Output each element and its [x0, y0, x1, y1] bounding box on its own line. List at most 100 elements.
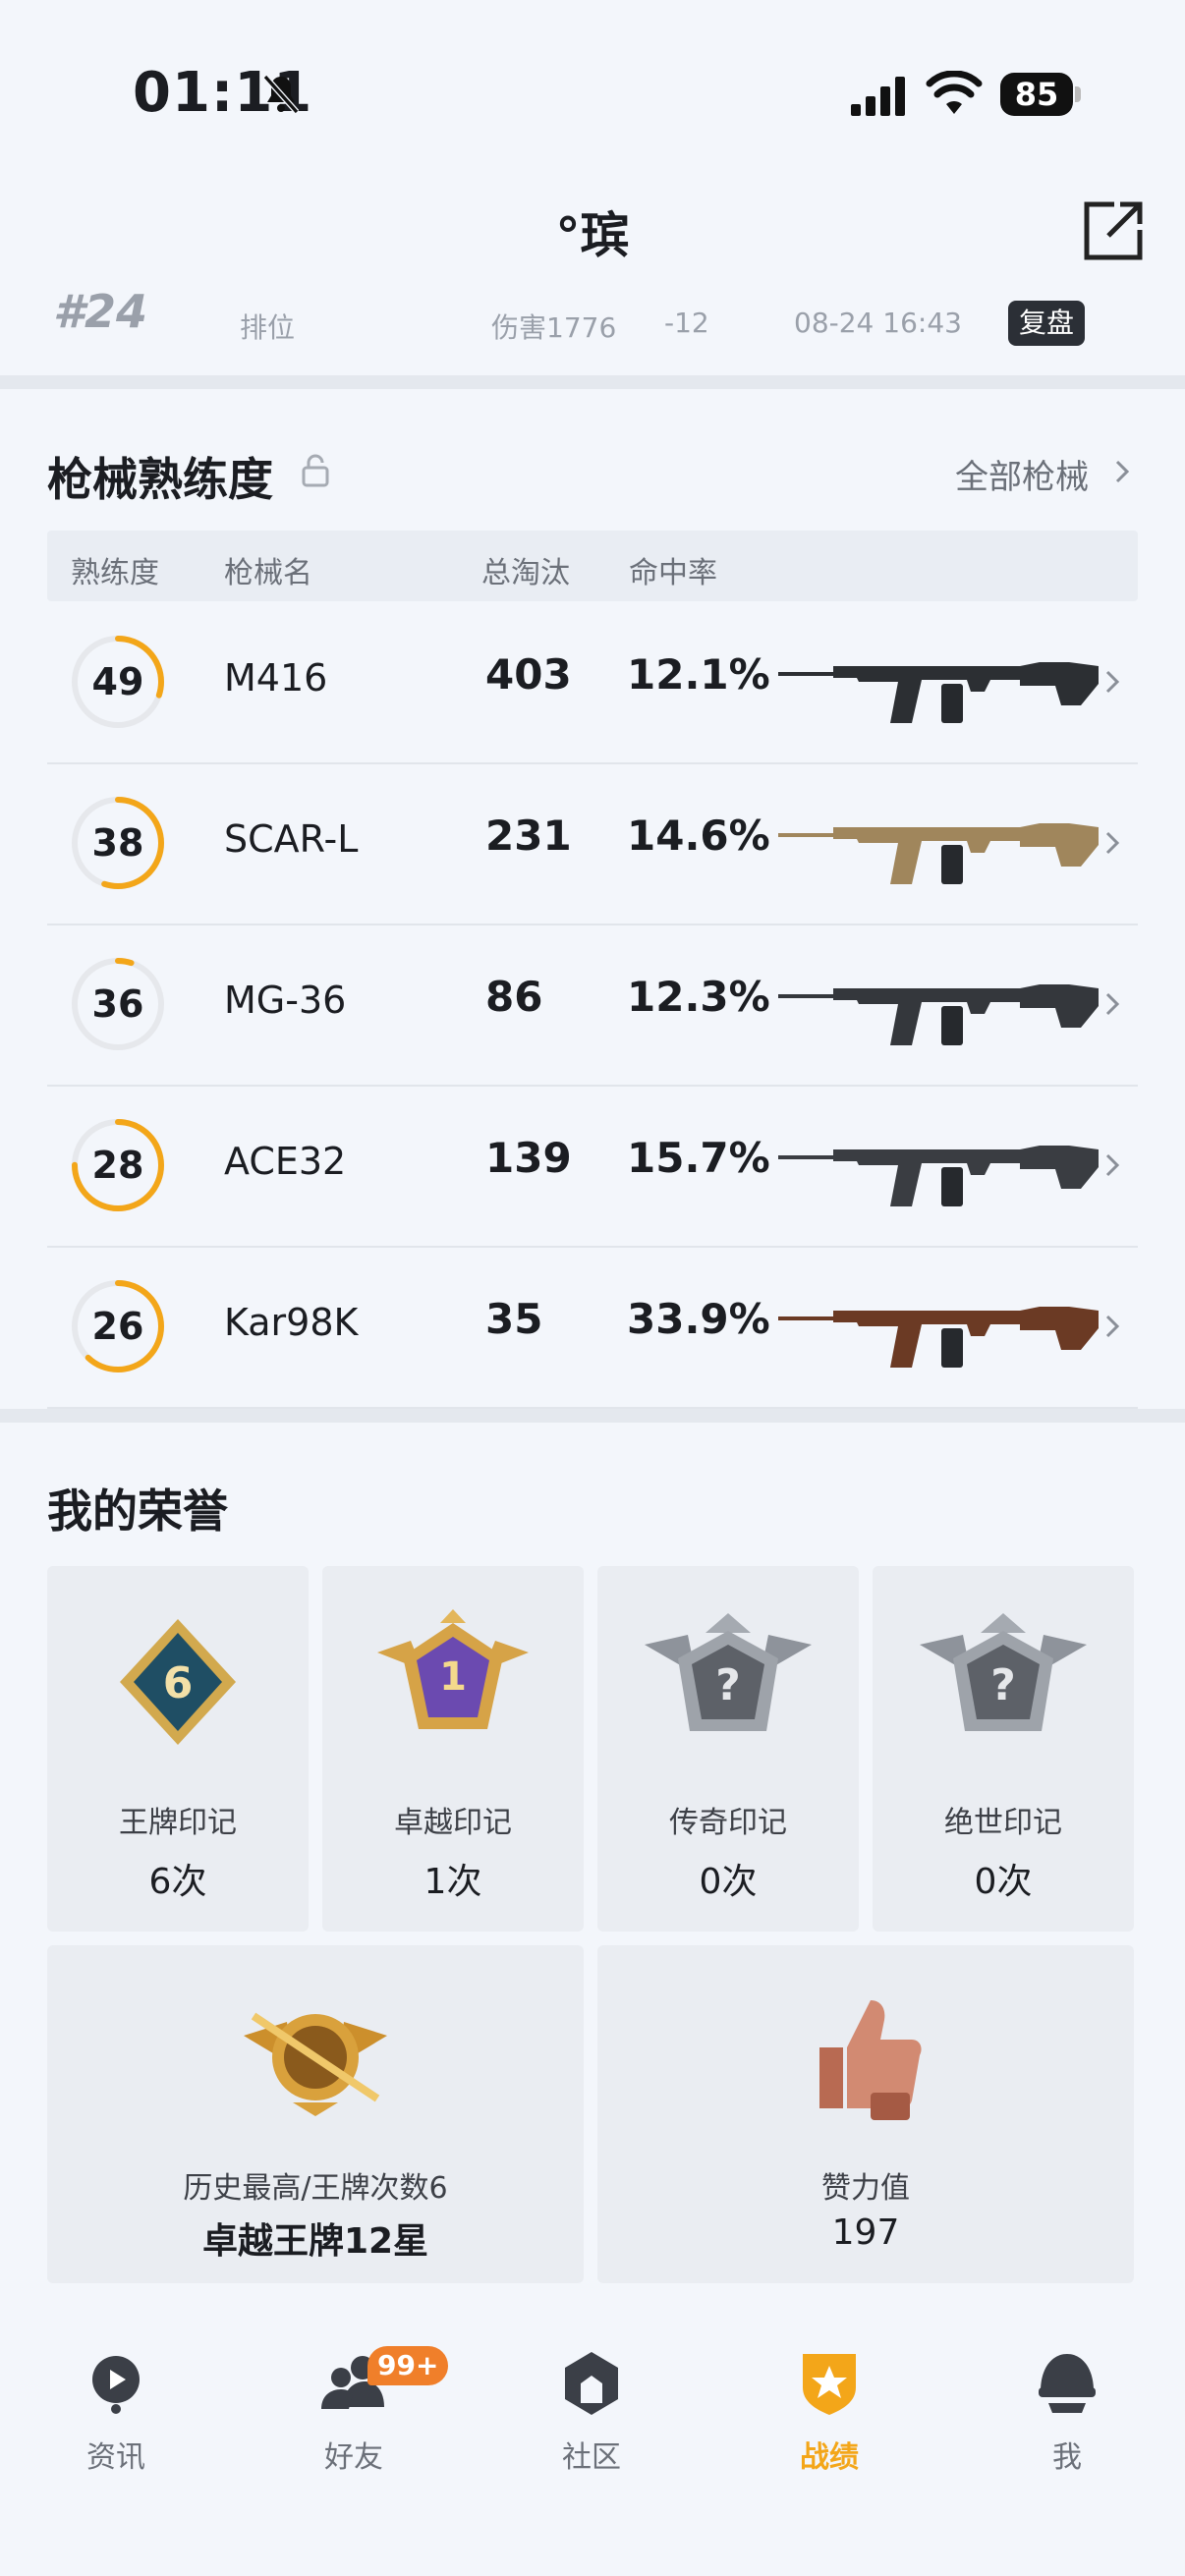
weapon-table-header — [47, 531, 1138, 601]
share-icon[interactable] — [1081, 198, 1146, 263]
nav-label: 我 — [1052, 2440, 1082, 2475]
highest-tier-badge-icon — [244, 2012, 387, 2116]
chevron-right-icon[interactable] — [1099, 827, 1126, 859]
weapon-image — [778, 1146, 1099, 1206]
signal-icon — [851, 77, 905, 116]
weapon-row[interactable]: 28 ACE32 139 15.7% — [47, 1085, 1138, 1248]
highest-tier-label: 历史最高/王牌次数6 — [183, 2171, 448, 2206]
highest-tier-value: 卓越王牌12星 — [201, 2221, 429, 2262]
match-time: 08-24 16:43 — [794, 307, 962, 339]
honor-card-ace[interactable]: 6 王牌印记 6次 — [47, 1566, 309, 1932]
battery-tip — [1075, 86, 1081, 102]
excellence-mark-icon: 1 — [377, 1609, 529, 1729]
nav-label: 社区 — [562, 2440, 621, 2475]
honor-count: 6次 — [148, 1862, 207, 1902]
nav-label: 战绩 — [800, 2440, 859, 2475]
weapon-total-kills: 35 — [485, 1295, 543, 1343]
chevron-right-icon[interactable] — [1099, 1149, 1126, 1181]
honor-label: 绝世印记 — [944, 1806, 1062, 1840]
proficiency-level: 28 — [91, 1144, 144, 1187]
weapon-row[interactable]: 38 SCAR-L 231 14.6% — [47, 762, 1138, 925]
weapon-name: MG-36 — [224, 979, 347, 1022]
proficiency-level: 38 — [91, 821, 144, 865]
weapon-name: SCAR-L — [224, 817, 359, 861]
chevron-right-icon[interactable] — [1099, 1311, 1126, 1342]
lock-icon — [302, 454, 329, 487]
nav-label: 好友 — [324, 2440, 383, 2475]
honor-card-legend[interactable]: ? 传奇印记 0次 — [597, 1566, 859, 1932]
honor-card-highest-tier[interactable]: 历史最高/王牌次数6 卓越王牌12星 — [47, 1945, 584, 2283]
wifi-icon — [926, 71, 983, 114]
likes-label: 赞力值 — [821, 2171, 910, 2206]
weapon-image — [778, 1307, 1099, 1368]
match-rank: #24 — [53, 285, 148, 338]
section-divider — [0, 375, 1185, 389]
svg-text:1: 1 — [439, 1654, 467, 1700]
legend-mark-icon: ? — [645, 1613, 812, 1731]
honor-label: 卓越印记 — [394, 1806, 512, 1840]
thumbs-up-icon — [819, 2000, 922, 2120]
svg-text:?: ? — [990, 1660, 1016, 1710]
proficiency-level: 36 — [91, 982, 144, 1026]
weapon-row[interactable]: 36 MG-36 86 12.3% — [47, 924, 1138, 1087]
record-icon — [803, 2354, 856, 2415]
honor-count: 1次 — [423, 1862, 482, 1902]
weapon-name: ACE32 — [224, 1140, 347, 1183]
column-accuracy: 命中率 — [629, 556, 717, 590]
weapon-name: M416 — [224, 656, 328, 700]
proficiency-level: 49 — [91, 660, 144, 703]
section-divider — [0, 1409, 1185, 1423]
svg-text:6: 6 — [163, 1658, 194, 1708]
likes-value: 197 — [831, 2212, 900, 2253]
profile-icon — [1039, 2354, 1096, 2413]
chevron-right-icon[interactable] — [1099, 666, 1126, 698]
match-score-change: -12 — [664, 307, 709, 339]
weapon-accuracy: 33.9% — [627, 1295, 770, 1343]
honor-card-likes[interactable]: 赞力值 197 — [597, 1945, 1134, 2283]
nav-item-community[interactable]: 社区 — [513, 2348, 670, 2476]
weapon-image — [778, 823, 1099, 884]
match-damage: 伤害1776 — [491, 311, 617, 344]
chevron-right-icon[interactable] — [1108, 458, 1136, 485]
my-honors-title: 我的荣誉 — [47, 1484, 228, 1538]
weapon-proficiency-title: 枪械熟练度 — [47, 453, 273, 506]
weapon-row[interactable]: 26 Kar98K 35 33.9% — [47, 1246, 1138, 1409]
weapon-image — [778, 662, 1099, 723]
svg-text:?: ? — [715, 1660, 741, 1710]
weapon-accuracy: 15.7% — [627, 1134, 770, 1182]
weapon-name: Kar98K — [224, 1301, 359, 1344]
ace-mark-icon: 6 — [120, 1619, 236, 1745]
honor-label: 传奇印记 — [669, 1806, 787, 1840]
honor-count: 0次 — [974, 1862, 1033, 1902]
weapon-total-kills: 403 — [485, 650, 572, 699]
weapon-row[interactable]: 49 M416 403 12.1% — [47, 601, 1138, 764]
weapon-total-kills: 86 — [485, 973, 543, 1021]
honor-card-peerless[interactable]: ? 绝世印记 0次 — [873, 1566, 1134, 1932]
nav-label: 资讯 — [86, 2440, 145, 2475]
weapon-accuracy: 14.6% — [627, 812, 770, 860]
weapon-accuracy: 12.3% — [627, 973, 770, 1021]
replay-button[interactable]: 复盘 — [1008, 301, 1085, 346]
nav-item-profile[interactable]: 我 — [988, 2348, 1146, 2476]
community-icon — [565, 2352, 618, 2415]
battery-level: 85 — [1000, 73, 1073, 116]
friends-notification-badge: 99+ — [367, 2346, 449, 2385]
chevron-right-icon[interactable] — [1099, 988, 1126, 1020]
all-weapons-link[interactable]: 全部枪械 — [955, 450, 1089, 498]
match-mode: 排位 — [240, 311, 296, 344]
nav-item-news[interactable]: 资讯 — [37, 2348, 195, 2476]
column-proficiency: 熟练度 — [71, 556, 159, 590]
column-weapon-name: 枪械名 — [224, 556, 312, 590]
honor-count: 0次 — [699, 1862, 758, 1902]
bell-muted-icon — [262, 75, 300, 114]
proficiency-level: 26 — [91, 1305, 144, 1348]
weapon-total-kills: 139 — [485, 1134, 572, 1182]
honor-label: 王牌印记 — [119, 1806, 237, 1840]
news-icon — [92, 2356, 140, 2414]
column-total-kills: 总淘汰 — [481, 556, 570, 590]
weapon-total-kills: 231 — [485, 812, 572, 860]
honor-card-excellence[interactable]: 1 卓越印记 1次 — [322, 1566, 584, 1932]
nav-item-record[interactable]: 战绩 — [751, 2348, 908, 2476]
player-nickname: °瑸 — [555, 207, 630, 264]
peerless-mark-icon: ? — [920, 1613, 1087, 1731]
